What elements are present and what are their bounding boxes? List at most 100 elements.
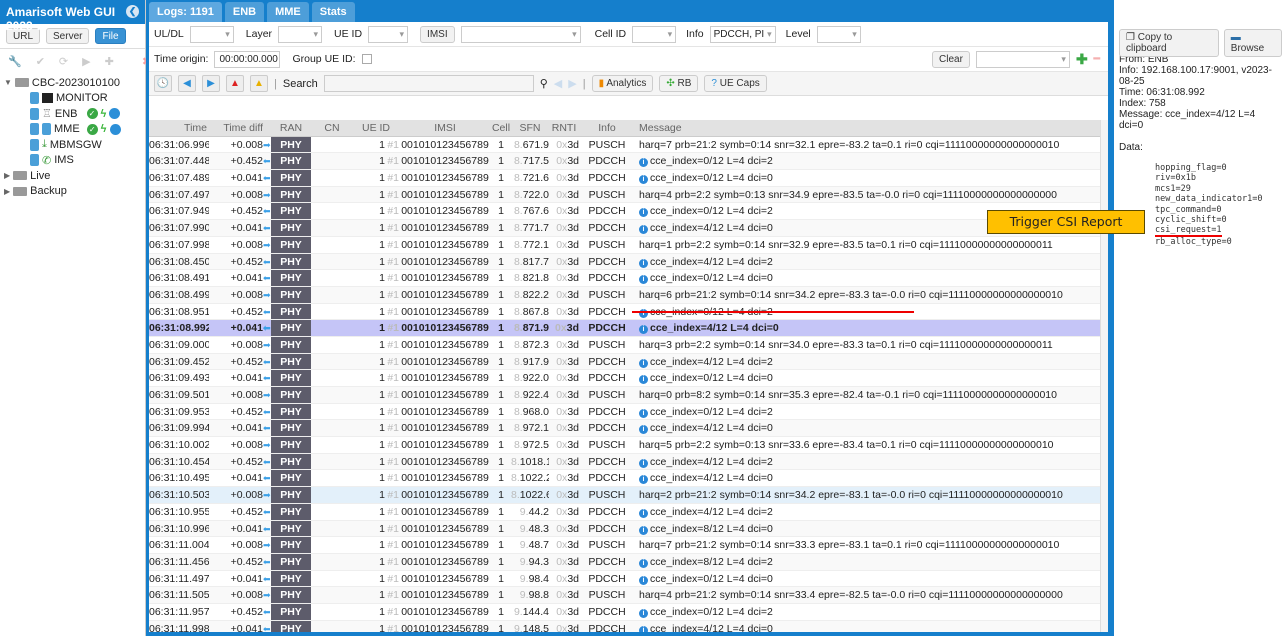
add-icon[interactable]: ✚ — [1076, 51, 1088, 68]
tab-enb[interactable]: ENB — [224, 2, 265, 22]
imsi-select[interactable] — [460, 25, 581, 43]
search-next-icon[interactable]: ▶ — [568, 77, 576, 90]
table-row[interactable]: 06:31:07.998 +0.008 ➡ PHY 1 #1 001010123456789… — [149, 236, 1106, 254]
copy-button[interactable]: ❐ Copy to clipboard — [1119, 29, 1219, 57]
table-row[interactable]: 06:31:10.503 +0.008 ➡ PHY 1 #1 001010123456789… — [149, 487, 1106, 504]
uecaps-button[interactable]: ? UE Caps — [704, 75, 767, 92]
warning-icon[interactable]: ▲ — [250, 75, 268, 92]
rb-button[interactable]: ✣ RB — [659, 75, 699, 92]
cell-message: harq=0 prb=8:2 symb=0:14 snr=35.3 epre=-… — [635, 387, 1106, 403]
table-row[interactable]: 06:31:07.497 +0.008 ➡ PHY 1 #1 001010123456789… — [149, 186, 1106, 204]
clock-icon[interactable]: 🕓 — [154, 75, 172, 92]
table-row[interactable]: 06:31:11.505 +0.008 ➡ PHY 1 #1 001010123456789… — [149, 587, 1106, 604]
uldl-select[interactable] — [189, 25, 234, 43]
imsi-button[interactable]: IMSI — [420, 25, 455, 43]
level-select[interactable] — [816, 25, 861, 43]
tree-item-mbmsgw[interactable]: ⤓ MBMSGW — [4, 137, 145, 153]
table-row[interactable]: 06:31:07.990 +0.041 ⬅ PHY 1 #1 001010123456789… — [149, 220, 1106, 237]
error-icon[interactable]: ▲ — [226, 75, 244, 92]
table-row[interactable]: 06:31:11.998 +0.041 ⬅ PHY 1 #1 001010123456789… — [149, 620, 1106, 632]
time-origin-input[interactable]: 00:00:00.000 — [214, 50, 281, 68]
tree-root[interactable]: ▼ CBC-2023010100 — [4, 75, 145, 91]
play-icon[interactable]: ▶ — [82, 55, 90, 69]
table-row[interactable]: 06:31:07.489 +0.041 ⬅ PHY 1 #1 001010123456789… — [149, 170, 1106, 187]
table-row[interactable]: 06:31:08.450 +0.452 ⬅ PHY 1 #1 001010123456789… — [149, 253, 1106, 271]
tab-logs[interactable]: Logs: 1191 — [149, 2, 222, 22]
tree-folder-live[interactable]: ▶ Live — [4, 168, 145, 184]
binoculars-icon[interactable]: ⚲ — [540, 77, 548, 90]
cellid-select[interactable] — [632, 25, 677, 43]
col-info[interactable]: Info — [579, 120, 635, 136]
browse-button[interactable]: ▬ Browse — [1223, 29, 1282, 57]
table-row[interactable]: 06:31:09.493 +0.041 ⬅ PHY 1 #1 001010123456789… — [149, 370, 1106, 387]
table-row[interactable]: 06:31:11.497 +0.041 ⬅ PHY 1 #1 001010123456789… — [149, 570, 1106, 588]
table-row[interactable]: 06:31:08.992 +0.041 ⬅ PHY 1 #1 001010123456789… — [149, 320, 1106, 337]
col-cell[interactable]: Cell — [491, 120, 511, 136]
table-row[interactable]: 06:31:08.491 +0.041 ⬅ PHY 1 #1 001010123456789… — [149, 270, 1106, 287]
table-row[interactable]: 06:31:09.452 +0.452 ⬅ PHY 1 #1 001010123456789… — [149, 353, 1106, 371]
vertical-scrollbar[interactable] — [1100, 120, 1108, 632]
cell-time-diff: +0.008 — [230, 439, 263, 452]
col-time[interactable]: Time — [149, 120, 209, 136]
table-row[interactable]: 06:31:11.004 +0.008 ➡ PHY 1 #1 001010123456789… — [149, 537, 1106, 554]
table-row[interactable]: 06:31:09.501 +0.008 ➡ PHY 1 #1 001010123456789… — [149, 387, 1106, 404]
cell-cell: 1 — [498, 155, 504, 168]
server-button[interactable]: Server — [46, 28, 90, 44]
refresh-icon[interactable]: ⟳ — [59, 55, 68, 69]
col-message[interactable]: Message — [635, 120, 1106, 136]
play-icon[interactable] — [109, 108, 121, 120]
analytics-button[interactable]: ▮ Analytics — [591, 75, 654, 92]
ueid-select[interactable] — [368, 25, 409, 43]
search-input[interactable] — [323, 75, 534, 92]
col-ran[interactable]: RAN — [271, 120, 311, 136]
search-prev-icon[interactable]: ◀ — [554, 77, 562, 90]
col-time-diff[interactable]: Time diff — [209, 120, 263, 136]
arrow-left-icon[interactable]: ◀ — [178, 75, 196, 92]
clear-button[interactable]: Clear — [932, 50, 970, 68]
tab-mme[interactable]: MME — [267, 2, 309, 22]
tree-item-ims[interactable]: ✆ IMS — [4, 153, 145, 169]
group-ue-checkbox[interactable] — [361, 54, 372, 64]
table-row[interactable]: 06:31:11.957 +0.452 ⬅ PHY 1 #1 001010123456789… — [149, 603, 1106, 621]
layer-select[interactable] — [278, 25, 323, 43]
col-ueid[interactable]: UE ID — [353, 120, 399, 136]
table-row[interactable]: 06:31:09.953 +0.452 ⬅ PHY 1 #1 001010123456789… — [149, 403, 1106, 421]
tree-item-mme[interactable]: MME ✓ ϟ — [4, 122, 145, 138]
table-row[interactable]: 06:31:10.996 +0.041 ⬅ PHY 1 #1 001010123456789… — [149, 520, 1106, 538]
cell-sfn: 9.98.8 — [511, 587, 549, 603]
play-icon[interactable] — [109, 123, 121, 135]
sfn-frame: 8. — [511, 455, 520, 468]
table-row[interactable]: 06:31:09.000 +0.008 ➡ PHY 1 #1 001010123456789… — [149, 336, 1106, 354]
wrench-icon[interactable]: 🔧 — [8, 55, 22, 69]
cell-time: 06:31:07.949 — [149, 205, 209, 218]
tab-stats[interactable]: Stats — [311, 2, 355, 22]
table-row[interactable]: 06:31:08.499 +0.008 ➡ PHY 1 #1 001010123456789… — [149, 286, 1106, 304]
table-row[interactable]: 06:31:10.955 +0.452 ⬅ PHY 1 #1 001010123456789… — [149, 503, 1106, 521]
arrow-right-icon[interactable]: ▶ — [202, 75, 220, 92]
info-select[interactable]: PDCCH, PI — [709, 25, 776, 43]
tree-item-monitor[interactable]: MONITOR — [4, 91, 145, 107]
check-icon[interactable]: ✔ — [36, 55, 45, 69]
collapse-icon[interactable]: ❮ — [126, 5, 139, 18]
tree-item-enb[interactable]: ♖ ENB ✓ ϟ — [4, 106, 145, 122]
col-imsi[interactable]: IMSI — [399, 120, 491, 136]
table-row[interactable]: 06:31:10.495 +0.041 ⬅ PHY 1 #1 001010123456789… — [149, 470, 1106, 488]
add-icon[interactable]: ✚ — [105, 55, 114, 69]
table-row[interactable]: 06:31:10.454 +0.452 ⬅ PHY 1 #1 001010123456789… — [149, 453, 1106, 471]
table-row[interactable]: 06:31:08.951 +0.452 ⬅ PHY 1 #1 001010123456789… — [149, 303, 1106, 321]
tree-folder-backup[interactable]: ▶ Backup — [4, 184, 145, 200]
table-row[interactable]: 06:31:07.949 +0.452 ⬅ PHY 1 #1 001010123456789… — [149, 203, 1106, 221]
cell-time: 06:31:07.489 — [149, 172, 209, 185]
preset-select[interactable] — [975, 50, 1070, 68]
table-row[interactable]: 06:31:11.456 +0.452 ⬅ PHY 1 #1 001010123456789… — [149, 553, 1106, 571]
table-row[interactable]: 06:31:07.448 +0.452 ⬅ PHY 1 #1 001010123456789… — [149, 153, 1106, 171]
col-sfn[interactable]: SFN — [511, 120, 549, 136]
col-cn[interactable]: CN — [311, 120, 353, 136]
table-row[interactable]: 06:31:06.996 +0.008 ➡ PHY 1 #1 001010123456789… — [149, 136, 1106, 154]
table-row[interactable]: 06:31:09.994 +0.041 ⬅ PHY 1 #1 001010123456789… — [149, 420, 1106, 438]
table-row[interactable]: 06:31:10.002 +0.008 ➡ PHY 1 #1 001010123456789… — [149, 437, 1106, 454]
col-rnti[interactable]: RNTI — [549, 120, 579, 136]
remove-icon[interactable]: ━ — [1094, 53, 1100, 65]
cell-message: harq=7 prb=21:2 symb=0:14 snr=33.3 epre=… — [635, 537, 1106, 553]
file-button[interactable]: File — [95, 28, 126, 44]
